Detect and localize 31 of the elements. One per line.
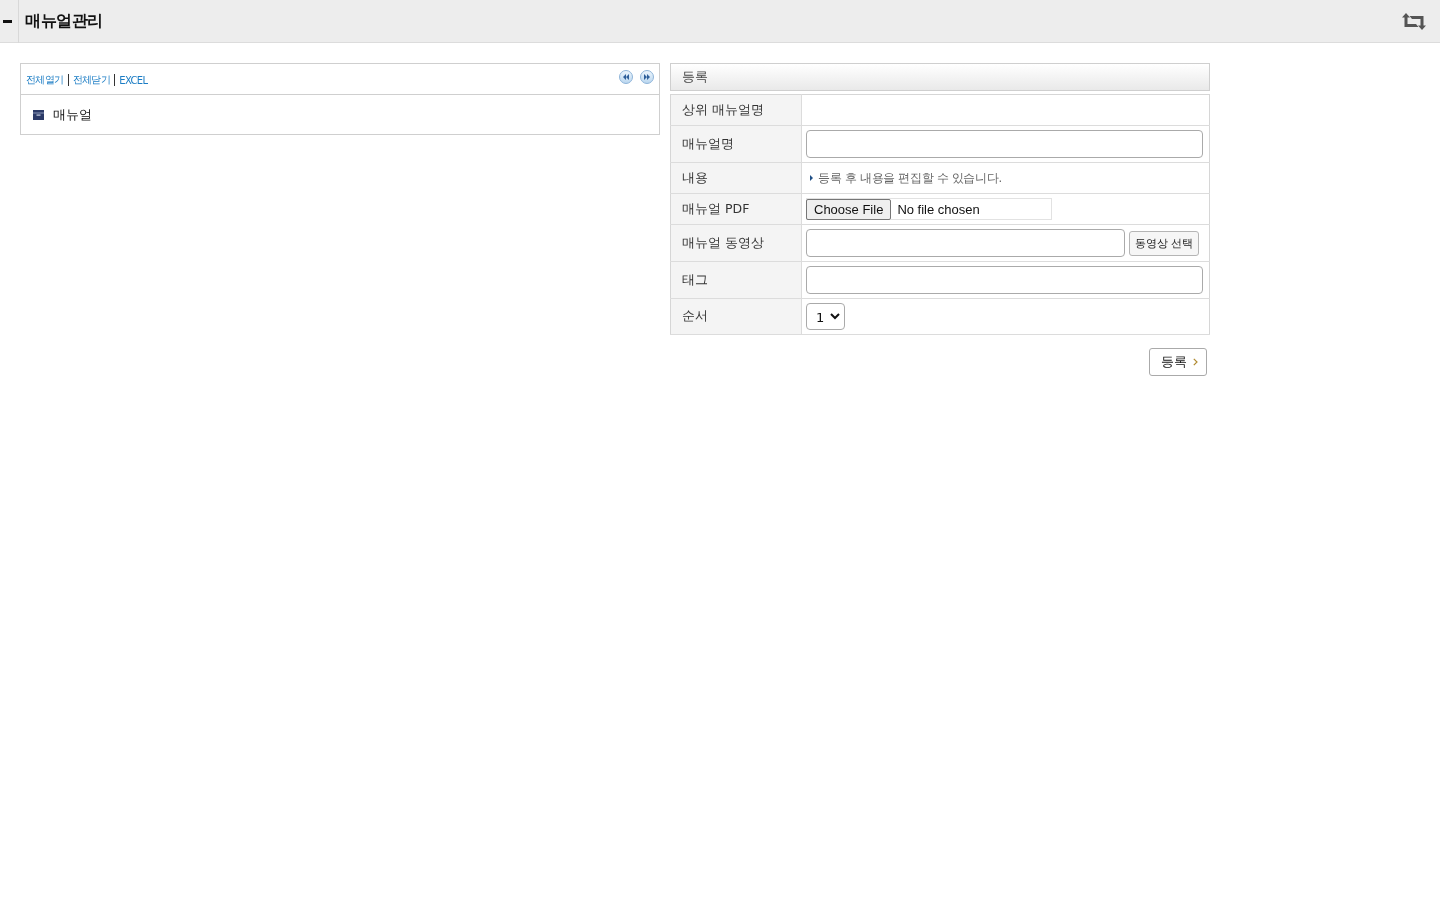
triangle-bullet-icon (810, 175, 813, 181)
chevron-down-icon (830, 313, 840, 320)
chevron-right-icon (1193, 358, 1198, 366)
field-label: 내용 (670, 162, 802, 194)
rewind-icon[interactable] (619, 70, 633, 84)
field-label: 매뉴얼명 (670, 125, 802, 163)
page-title: 매뉴얼관리 (25, 10, 103, 32)
select-video-button[interactable]: 동영상 선택 (1128, 230, 1199, 256)
field-label: 순서 (670, 298, 802, 335)
file-input[interactable]: Choose File No file chosen (806, 198, 1052, 220)
refresh-icon[interactable] (1402, 12, 1426, 30)
input-field[interactable] (806, 229, 1125, 257)
input-field[interactable] (806, 266, 1203, 294)
field-label: 태그 (670, 261, 802, 299)
input-field[interactable] (806, 130, 1203, 158)
fast-forward-icon[interactable] (640, 70, 654, 84)
note-text: 등록 후 내용을 편집할 수 있습니다. (818, 170, 1002, 186)
field-label: 매뉴얼 PDF (670, 193, 802, 225)
toolbar-link[interactable]: EXCEL (119, 74, 148, 86)
tree-item[interactable]: 매뉴얼 (53, 106, 92, 124)
toolbar-link[interactable]: 전체열기 (26, 73, 64, 87)
form-title: 등록 (682, 68, 708, 86)
file-status: No file chosen (897, 201, 980, 217)
choose-file-button[interactable]: Choose File (806, 198, 892, 220)
field-label: 매뉴얼 동영상 (670, 224, 802, 262)
toolbar-link[interactable]: 전체닫기 (72, 73, 111, 87)
minus-icon[interactable] (3, 19, 12, 23)
order-select[interactable]: 1 (806, 303, 845, 330)
box-icon (33, 110, 44, 120)
field-label: 상위 매뉴얼명 (670, 94, 802, 126)
register-button[interactable]: 등록 (1149, 348, 1207, 376)
